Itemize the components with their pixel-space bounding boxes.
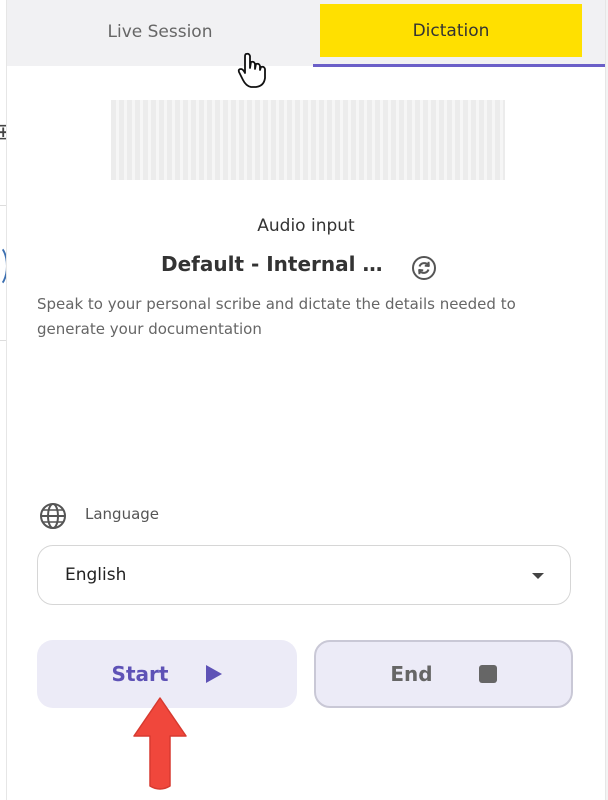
globe-icon [39, 502, 67, 530]
refresh-icon[interactable] [409, 253, 439, 283]
scribe-panel: Live Session Dictation Audio input Defau… [6, 0, 606, 800]
audio-input-label: Audio input [257, 216, 355, 236]
hand-cursor-icon [237, 52, 266, 88]
caret-down-icon [532, 573, 544, 579]
language-selected-value: English [65, 565, 127, 585]
play-icon [206, 665, 223, 683]
audio-device-name: Default - Internal Microphone [161, 252, 387, 276]
active-tab-indicator [313, 64, 605, 67]
end-button[interactable]: End [314, 640, 573, 708]
start-button-label: Start [111, 662, 169, 686]
stop-icon [478, 665, 497, 683]
annotation-arrow-icon [133, 697, 187, 790]
tab-dictation[interactable]: Dictation [320, 4, 582, 57]
language-select[interactable]: English [37, 545, 571, 605]
end-button-label: End [390, 662, 433, 686]
dictation-description: Speak to your personal scribe and dictat… [37, 295, 516, 338]
mode-tabs: Live Session Dictation [7, 0, 605, 67]
audio-waveform [111, 100, 505, 180]
language-label: Language [85, 505, 160, 523]
